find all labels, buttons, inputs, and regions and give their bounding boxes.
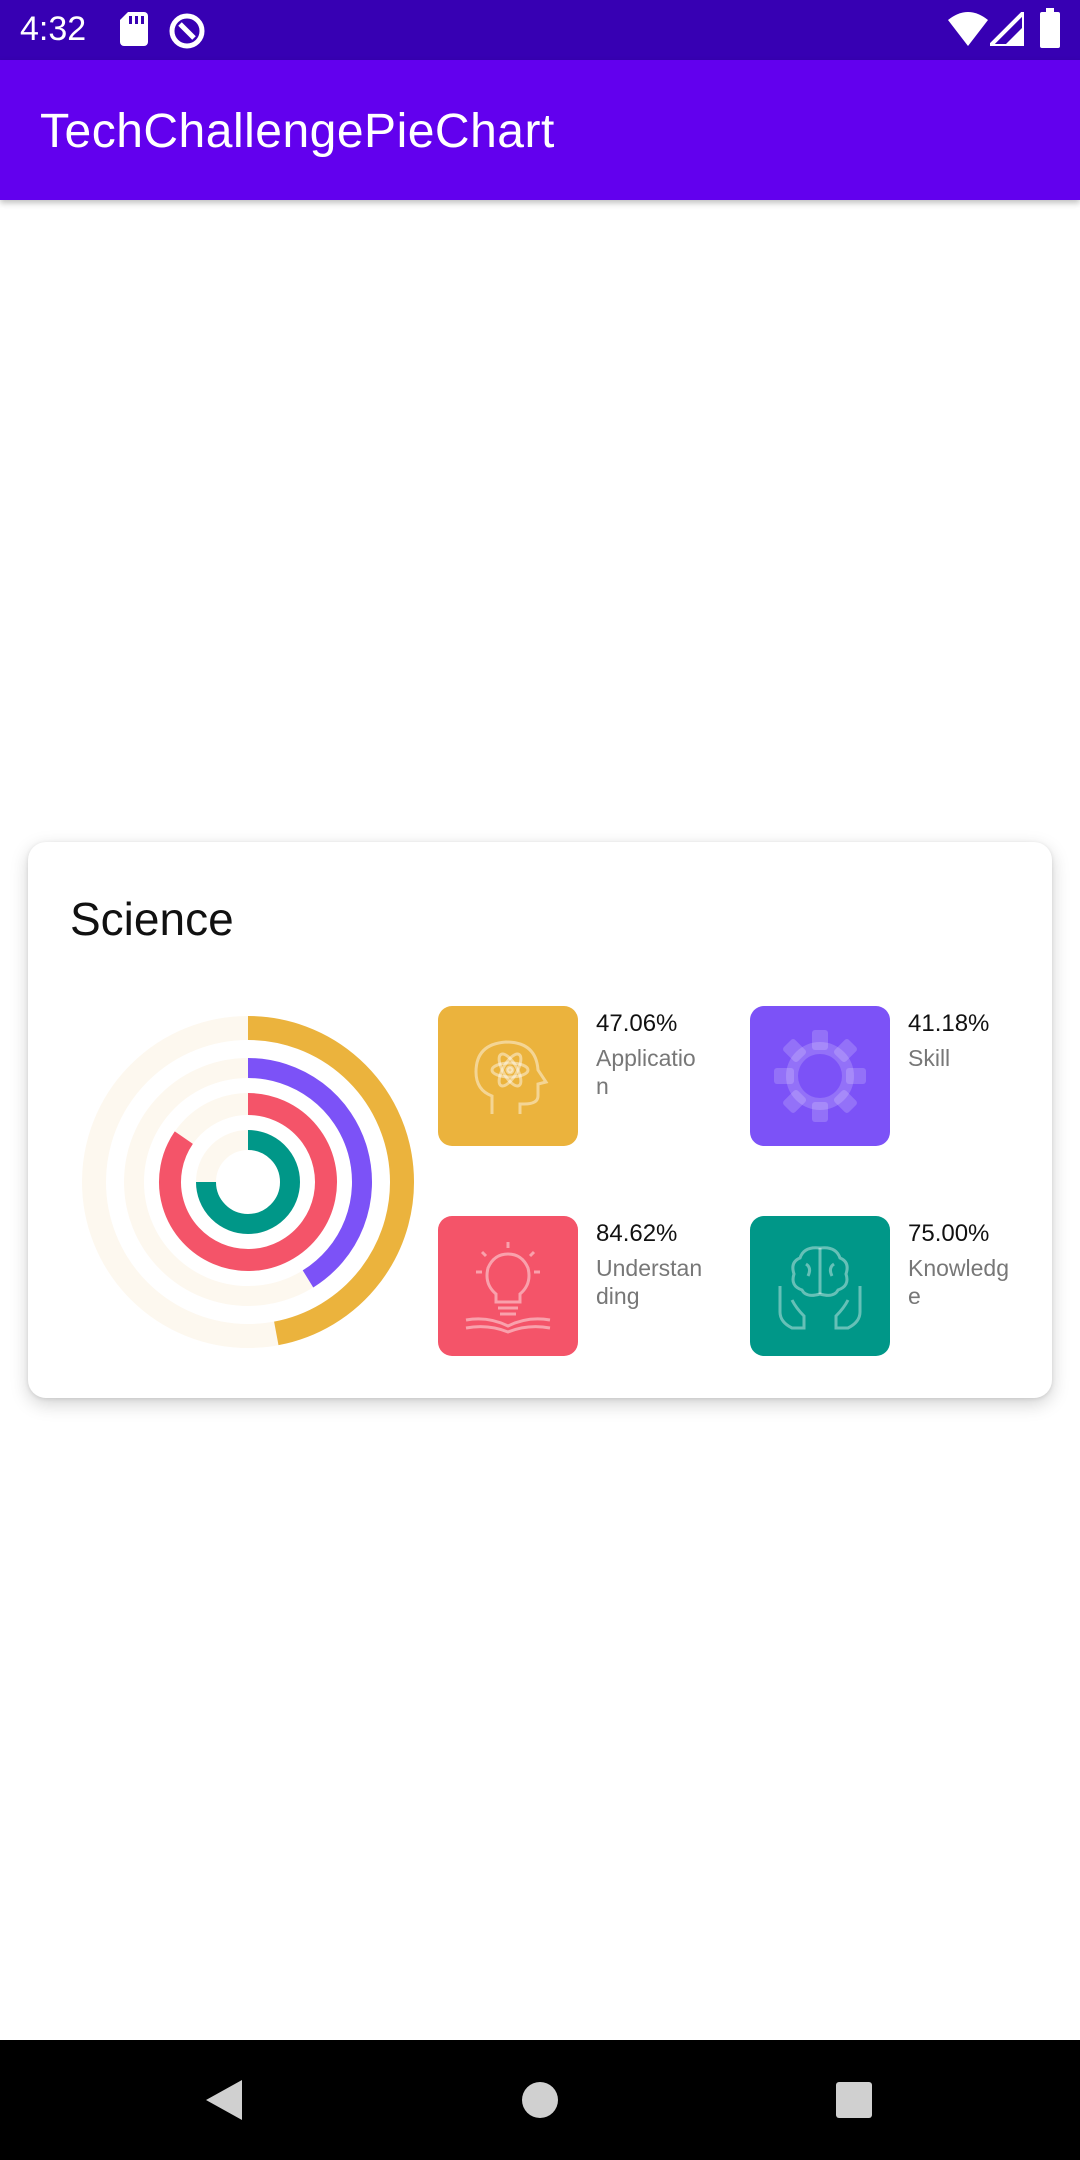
card-title: Science xyxy=(70,893,234,945)
app-title: TechChallengePieChart xyxy=(40,105,555,158)
legend-value: 41.18% xyxy=(908,1010,990,1037)
legend-value: 84.62% xyxy=(596,1220,678,1247)
legend-label: Understanding xyxy=(596,1255,703,1309)
brain-hands-icon xyxy=(778,1246,862,1330)
app-bar: TechChallengePieChart xyxy=(0,60,1080,200)
legend-value: 47.06% xyxy=(596,1010,678,1037)
legend-tile-application xyxy=(438,1006,578,1146)
legend-item-understanding[interactable]: 84.62% Understanding xyxy=(438,1216,738,1356)
legend-item-skill[interactable]: 41.18% Skill xyxy=(750,1006,1050,1146)
legend-label: Knowledge xyxy=(908,1255,1010,1309)
home-icon[interactable] xyxy=(520,2078,560,2122)
legend-item-application[interactable]: 47.06% Application xyxy=(438,1006,738,1146)
status-time: 4:32 xyxy=(20,10,87,48)
battery-icon xyxy=(1040,8,1060,48)
head-atom-icon xyxy=(474,1040,549,1114)
legend-label: Application xyxy=(596,1045,696,1099)
sd-card-icon xyxy=(120,12,148,46)
legend-value: 75.00% xyxy=(908,1220,990,1247)
legend-label: Skill xyxy=(908,1045,951,1071)
chart-card: Science 47.06% Application 41.18% Skill … xyxy=(28,842,1052,1398)
back-icon[interactable] xyxy=(204,2078,244,2122)
legend-item-knowledge[interactable]: 75.00% Knowledge xyxy=(750,1216,1050,1356)
gear-icon xyxy=(774,1030,866,1122)
status-bar: 4:32 xyxy=(0,0,1080,60)
legend-tile-skill xyxy=(750,1006,890,1146)
radial-bar-chart xyxy=(82,1016,414,1348)
wifi-icon xyxy=(948,12,988,46)
recents-icon[interactable] xyxy=(834,2078,874,2122)
navigation-bar xyxy=(0,2040,1080,2160)
legend-tile-understanding xyxy=(438,1216,578,1356)
legend-tile-knowledge xyxy=(750,1216,890,1356)
lightbulb-book-icon xyxy=(465,1242,551,1334)
data-saver-icon xyxy=(169,13,205,49)
signal-icon xyxy=(990,12,1024,46)
